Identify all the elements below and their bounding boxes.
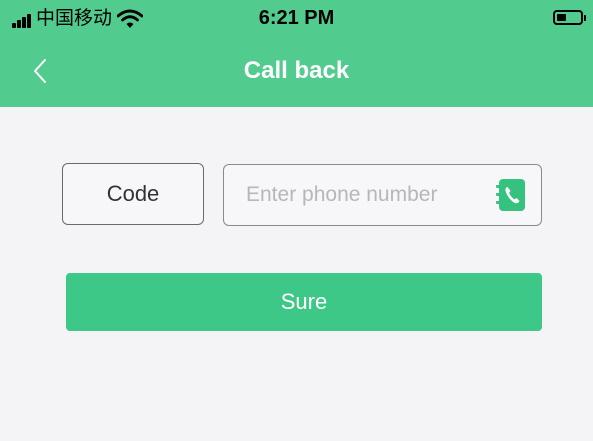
country-code-button[interactable]: Code xyxy=(62,163,204,225)
sure-button[interactable]: Sure xyxy=(66,273,542,331)
phone-number-input[interactable] xyxy=(246,175,486,215)
page-title: Call back xyxy=(243,57,350,84)
phone-field xyxy=(223,164,542,226)
phone-book-icon[interactable] xyxy=(495,177,527,213)
nav-bar: Call back xyxy=(0,34,593,107)
country-code-label: Code xyxy=(106,181,160,206)
status-time: 6:21 PM xyxy=(258,7,335,29)
sure-button-label: Sure xyxy=(280,289,328,314)
status-bar: 中国移动 6:21 PM xyxy=(0,0,593,34)
battery-icon xyxy=(553,10,586,25)
header: 中国移动 6:21 PM Call back xyxy=(0,0,593,107)
